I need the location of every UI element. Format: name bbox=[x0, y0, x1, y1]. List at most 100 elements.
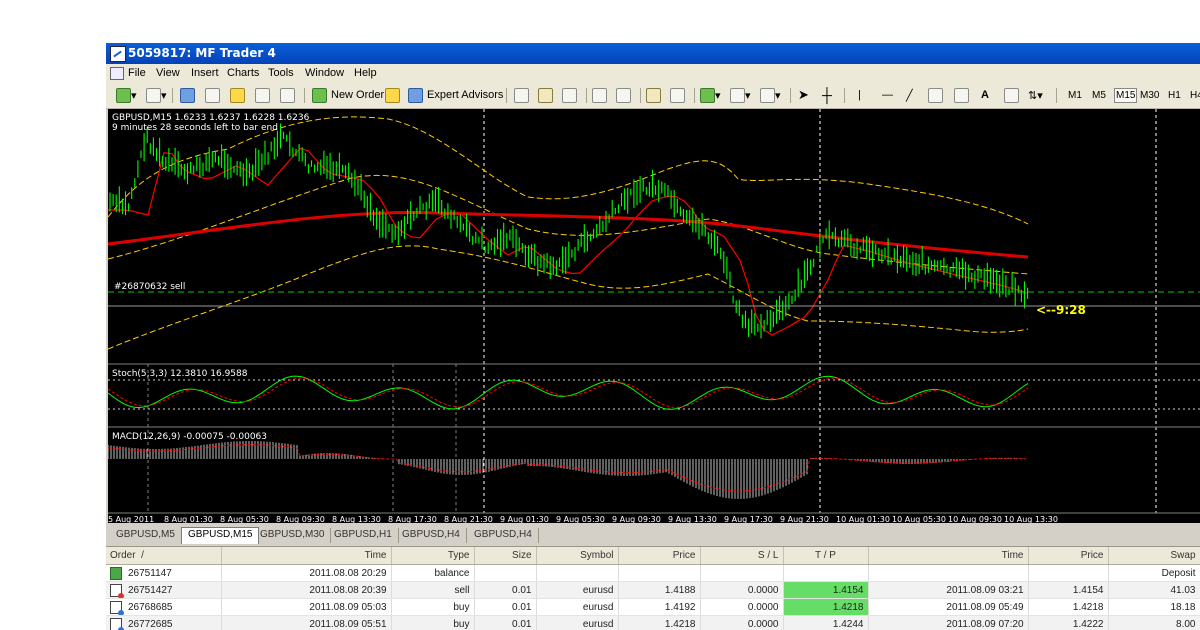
fibonacci-icon[interactable] bbox=[954, 87, 969, 103]
terminal-icon[interactable] bbox=[255, 87, 270, 103]
cell-close-price: 1.4154 bbox=[1028, 581, 1109, 599]
ma-slow-line bbox=[108, 211, 1029, 259]
cell-close-price bbox=[1028, 564, 1109, 582]
navigator-icon[interactable] bbox=[205, 87, 220, 103]
profiles-icon[interactable]: ▾ bbox=[146, 87, 167, 103]
cell-size: 0.01 bbox=[474, 598, 537, 616]
cell-order: 26751427 bbox=[106, 581, 222, 599]
new-order-button[interactable]: New Order bbox=[312, 87, 384, 103]
account-history-panel: Order / Time Type Size Symbol Price S / … bbox=[106, 546, 1200, 630]
table-row[interactable]: 26772685 2011.08.09 05:51 buy 0.01 eurusd 1.4… bbox=[106, 615, 1200, 630]
orders-table: Order / Time Type Size Symbol Price S / … bbox=[106, 547, 1200, 630]
col-close-price[interactable]: Price bbox=[1028, 547, 1109, 565]
cell-size bbox=[474, 564, 537, 582]
menu-charts[interactable]: Charts bbox=[227, 67, 259, 79]
title-bar[interactable]: 5059817: MF Trader 4 bbox=[106, 43, 1200, 64]
col-close-time[interactable]: Time bbox=[868, 547, 1029, 565]
expert-advisors-button[interactable]: Expert Advisors bbox=[408, 87, 503, 103]
arrows-icon[interactable]: ⇅▾ bbox=[1028, 87, 1043, 103]
tab-gbpusd-m5[interactable]: GBPUSD,M5 bbox=[110, 528, 182, 543]
terminal-window: 5059817: MF Trader 4 File View Insert Ch… bbox=[106, 43, 1200, 630]
cell-symbol: eurusd bbox=[536, 615, 619, 630]
table-row[interactable]: 26751427 2011.08.08 20:39 sell 0.01 eurusd 1.… bbox=[106, 581, 1200, 599]
horizontal-line-icon[interactable]: — bbox=[882, 87, 893, 103]
favorites-icon[interactable] bbox=[230, 87, 245, 103]
text-icon[interactable]: A bbox=[981, 87, 989, 103]
metaeditor-icon[interactable] bbox=[385, 87, 400, 103]
indicators-icon[interactable]: ▾ bbox=[700, 87, 721, 103]
document-icon[interactable] bbox=[110, 67, 124, 80]
time-label: 9 Aug 21:30 bbox=[780, 515, 829, 523]
vertical-line-icon[interactable]: | bbox=[858, 87, 861, 103]
col-swap[interactable]: Swap bbox=[1108, 547, 1200, 565]
menu-tools[interactable]: Tools bbox=[268, 67, 294, 79]
timeframe-h4[interactable]: H4 bbox=[1190, 90, 1200, 101]
crosshair-icon[interactable]: ┼ bbox=[822, 87, 832, 103]
tester-icon[interactable] bbox=[280, 87, 295, 103]
chart-shift-icon[interactable] bbox=[670, 87, 685, 103]
timeframe-m1[interactable]: M1 bbox=[1068, 90, 1082, 101]
tab-gbpusd-h4[interactable]: GBPUSD,H4 bbox=[396, 528, 467, 543]
menu-window[interactable]: Window bbox=[305, 67, 344, 79]
table-row[interactable]: 26768685 2011.08.09 05:03 buy 0.01 eurusd 1.4… bbox=[106, 598, 1200, 616]
col-symbol[interactable]: Symbol bbox=[536, 547, 619, 565]
col-sl[interactable]: S / L bbox=[700, 547, 784, 565]
chart-canvas: GBPUSD,M15 1.6233 1.6237 1.6228 1.6236 9… bbox=[108, 109, 1200, 523]
timeframe-h1[interactable]: H1 bbox=[1168, 90, 1181, 101]
cell-type: sell bbox=[391, 581, 475, 599]
tab-gbpusd-m30[interactable]: GBPUSD,M30 bbox=[254, 528, 332, 543]
cell-time: 2011.08.09 05:03 bbox=[221, 598, 392, 616]
time-label: 9 Aug 05:30 bbox=[556, 515, 605, 523]
candlestick-icon[interactable] bbox=[538, 87, 553, 103]
timeframe-m30[interactable]: M30 bbox=[1140, 90, 1159, 101]
time-label: 9 Aug 13:30 bbox=[668, 515, 717, 523]
time-label: 8 Aug 01:30 bbox=[164, 515, 213, 523]
timeframe-m5[interactable]: M5 bbox=[1092, 90, 1106, 101]
time-label: 8 Aug 09:30 bbox=[276, 515, 325, 523]
equidistant-channel-icon[interactable] bbox=[928, 87, 943, 103]
menu-view[interactable]: View bbox=[156, 67, 180, 79]
time-label: 8 Aug 21:30 bbox=[444, 515, 493, 523]
cell-size: 0.01 bbox=[474, 615, 537, 630]
timeframe-m15[interactable]: M15 bbox=[1114, 88, 1138, 103]
tab-gbpusd-h4-2[interactable]: GBPUSD,H4 bbox=[468, 528, 539, 543]
col-time[interactable]: Time bbox=[221, 547, 392, 565]
market-watch-icon[interactable] bbox=[180, 87, 195, 103]
cursor-icon[interactable]: ➤ bbox=[798, 87, 809, 103]
col-size[interactable]: Size bbox=[474, 547, 537, 565]
order-label: #26870632 sell bbox=[114, 282, 185, 292]
text-label-icon[interactable] bbox=[1004, 87, 1019, 103]
cell-sl: 0.0000 bbox=[700, 615, 784, 630]
tab-gbpusd-h1[interactable]: GBPUSD,H1 bbox=[328, 528, 399, 543]
col-price[interactable]: Price bbox=[618, 547, 701, 565]
autoscroll-icon[interactable] bbox=[646, 87, 661, 103]
bar-chart-icon[interactable] bbox=[514, 87, 529, 103]
cell-price: 1.4188 bbox=[618, 581, 701, 599]
time-label: 10 Aug 13:30 bbox=[1004, 515, 1058, 523]
tab-gbpusd-m15[interactable]: GBPUSD,M15 bbox=[181, 527, 260, 544]
price-chart[interactable]: GBPUSD,M15 1.6233 1.6237 1.6228 1.6236 9… bbox=[108, 109, 1200, 523]
stoch-label: Stoch(5,3,3) 12.3810 16.9588 bbox=[112, 369, 248, 379]
zoom-in-icon[interactable] bbox=[592, 87, 607, 103]
col-order[interactable]: Order / bbox=[106, 547, 222, 565]
table-row[interactable]: 26751147 2011.08.08 20:29 balance Deposit bbox=[106, 564, 1200, 582]
new-chart-icon[interactable]: ▾ bbox=[116, 87, 137, 103]
cell-symbol: eurusd bbox=[536, 598, 619, 616]
menu-insert[interactable]: Insert bbox=[191, 67, 219, 79]
col-tp[interactable]: T / P bbox=[783, 547, 869, 565]
templates-icon[interactable]: ▾ bbox=[760, 87, 781, 103]
menu-help[interactable]: Help bbox=[354, 67, 377, 79]
time-label: 8 Aug 05:30 bbox=[220, 515, 269, 523]
zoom-out-icon[interactable] bbox=[616, 87, 631, 103]
trendline-icon[interactable]: ╱ bbox=[906, 87, 913, 103]
line-chart-icon[interactable] bbox=[562, 87, 577, 103]
col-type[interactable]: Type bbox=[391, 547, 475, 565]
cell-sl: 0.0000 bbox=[700, 581, 784, 599]
cell-time: 2011.08.08 20:39 bbox=[221, 581, 392, 599]
buy-order-icon bbox=[110, 617, 124, 630]
cell-close-price: 1.4222 bbox=[1028, 615, 1109, 630]
periods-icon[interactable]: ▾ bbox=[730, 87, 751, 103]
menu-file[interactable]: File bbox=[128, 67, 146, 79]
cell-close-time bbox=[868, 564, 1029, 582]
time-label: 8 Aug 17:30 bbox=[388, 515, 437, 523]
